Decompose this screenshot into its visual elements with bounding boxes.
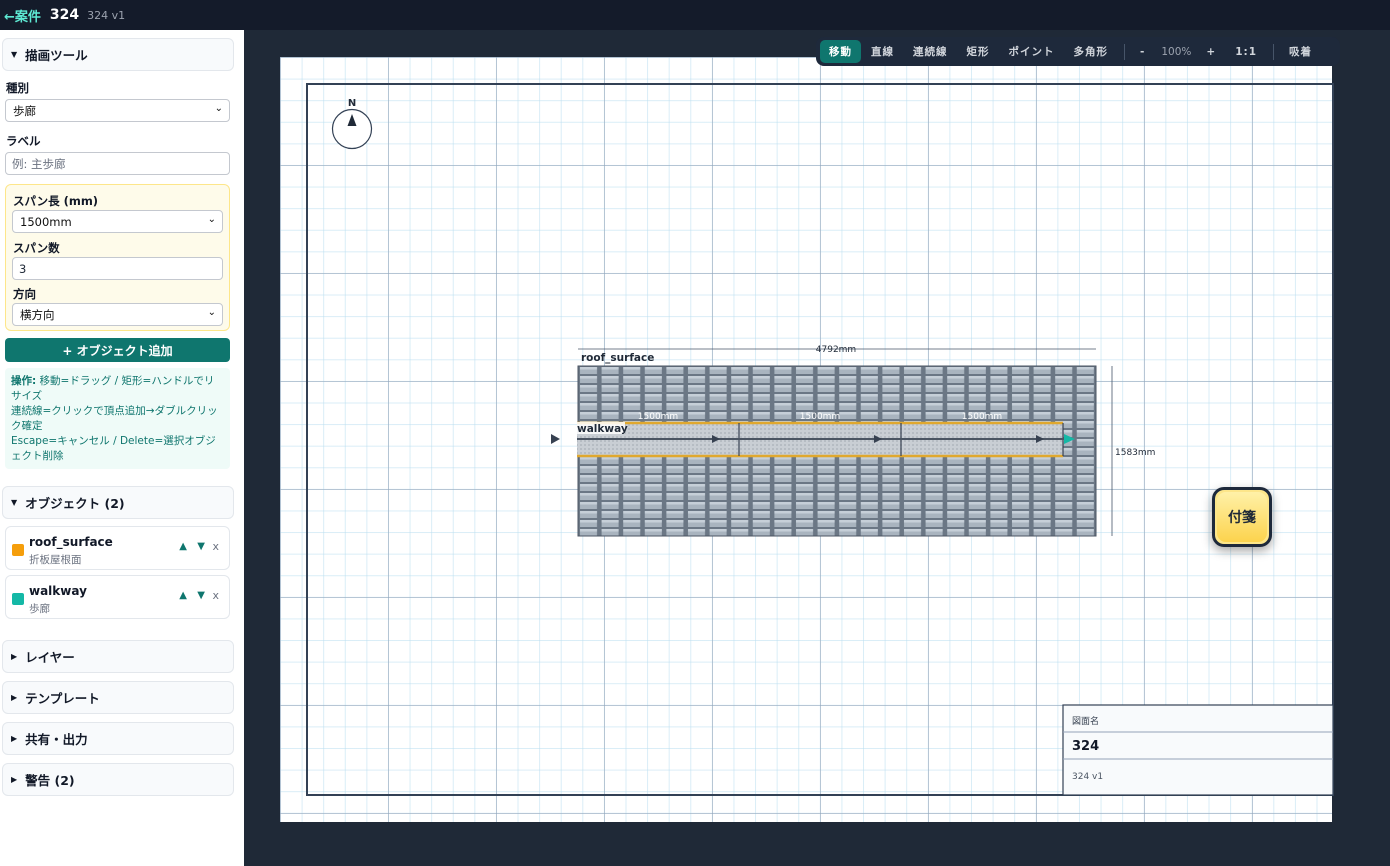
drawing-toolbar: 移動 直線 連続線 矩形 ポイント 多角形 - 100% + 1:1 吸着 xyxy=(816,37,1340,66)
start-arrow-icon xyxy=(551,434,560,444)
title-block: 図面名 324 324 v1 xyxy=(1062,704,1334,796)
sticky-note-label: 付箋 xyxy=(1228,510,1256,526)
toolbar-divider xyxy=(1124,43,1125,60)
zoom-in-button[interactable]: + xyxy=(1197,40,1225,63)
north-arrow-icon: N xyxy=(331,98,373,150)
span-label: 1500mm xyxy=(800,412,840,422)
width-dimension-label: 4792mm xyxy=(816,345,856,355)
roof-surface-label: roof_surface xyxy=(581,352,654,364)
height-dimension-label: 1583mm xyxy=(1115,448,1155,458)
span-label: 1500mm xyxy=(962,412,1002,422)
drawing-overlay: N 4792mm roof_surface 1583mm walkway 150… xyxy=(306,83,1334,796)
zoom-out-button[interactable]: - xyxy=(1131,40,1154,63)
zoom-level: 100% xyxy=(1161,45,1192,58)
sticky-note-button[interactable]: 付箋 xyxy=(1212,487,1272,547)
span-label: 1500mm xyxy=(638,412,678,422)
toolbar-divider xyxy=(1273,43,1275,60)
tool-rectangle[interactable]: 矩形 xyxy=(958,40,999,63)
tool-move[interactable]: 移動 xyxy=(820,40,861,63)
zoom-reset-button[interactable]: 1:1 xyxy=(1226,40,1266,63)
snap-toggle[interactable]: 吸着 xyxy=(1280,40,1321,63)
title-block-label: 図面名 xyxy=(1072,715,1099,727)
title-block-version: 324 v1 xyxy=(1072,772,1103,782)
walkway-label: walkway xyxy=(577,423,628,435)
sticky-note-face: 付箋 xyxy=(1217,492,1267,542)
tool-line[interactable]: 直線 xyxy=(862,40,903,63)
tool-polyline[interactable]: 連続線 xyxy=(904,40,957,63)
tool-point[interactable]: ポイント xyxy=(1000,40,1064,63)
tool-polygon[interactable]: 多角形 xyxy=(1065,40,1118,63)
north-label: N xyxy=(348,98,356,109)
title-block-name: 324 xyxy=(1072,739,1099,754)
